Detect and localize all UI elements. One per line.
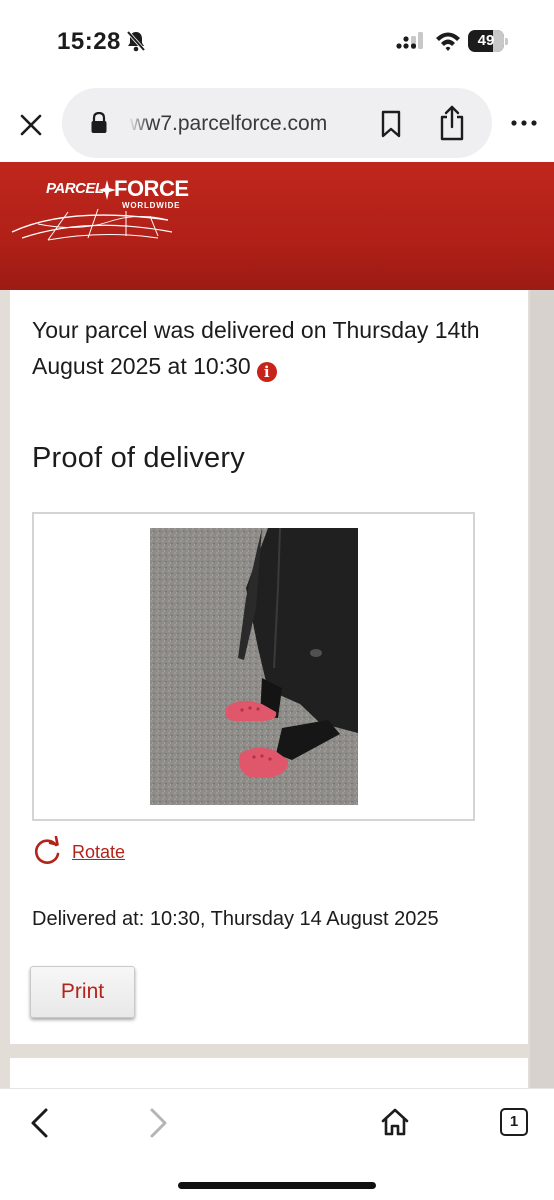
signal-icon: [396, 32, 423, 49]
home-icon[interactable]: [380, 1107, 410, 1137]
page-side-gutter: [530, 290, 554, 1088]
home-indicator: [178, 1182, 376, 1189]
url-text: ww7.parcelforce.com: [130, 112, 328, 135]
status-time: 15:28: [57, 28, 121, 55]
delivery-status-message: Your parcel was delivered on Thursday 14…: [32, 312, 502, 384]
rotate-link[interactable]: Rotate: [72, 842, 125, 863]
delivery-card: Your parcel was delivered on Thursday 14…: [10, 290, 528, 1044]
battery-level: 49: [477, 32, 495, 49]
browser-toolbar: ww7.parcelforce.com: [0, 84, 554, 162]
page: 15:28 49 ww7.parcelforce.com PARCEL FORC…: [0, 0, 554, 1200]
site-header: PARCEL FORCE WORLDWIDE: [0, 162, 554, 290]
battery-icon: 49: [468, 30, 508, 52]
wifi-icon: [436, 32, 460, 51]
proof-photo-frame: [32, 512, 475, 821]
bookmark-icon[interactable]: [380, 110, 402, 138]
back-arrow-icon[interactable]: [28, 1107, 52, 1139]
globe-icon: [11, 208, 173, 241]
close-icon[interactable]: [16, 110, 46, 140]
delivery-status-text: Your parcel was delivered on Thursday 14…: [32, 317, 480, 379]
print-button[interactable]: Print: [30, 966, 135, 1018]
share-icon[interactable]: [438, 104, 466, 142]
lock-icon: [91, 112, 107, 133]
info-icon[interactable]: i: [256, 362, 277, 382]
address-bar[interactable]: ww7.parcelforce.com: [62, 88, 492, 158]
more-icon[interactable]: [510, 118, 538, 128]
delivered-at-text: Delivered at: 10:30, Thursday 14 August …: [32, 908, 439, 930]
forward-arrow-icon[interactable]: [146, 1107, 170, 1139]
browser-bottom-toolbar: 1: [0, 1088, 554, 1200]
bell-slash-icon: [126, 30, 146, 52]
proof-of-delivery-photo: [150, 528, 358, 805]
tabs-icon[interactable]: 1: [500, 1108, 528, 1136]
rotate-icon[interactable]: [32, 836, 62, 866]
status-bar: 15:28 49: [0, 0, 554, 84]
logo-parcel-text: PARCEL: [46, 180, 104, 197]
parcelforce-logo[interactable]: PARCEL FORCE WORLDWIDE: [8, 172, 208, 252]
proof-of-delivery-heading: Proof of delivery: [32, 442, 245, 474]
logo-force-text: FORCE: [114, 176, 189, 201]
photo-illustration: [150, 528, 358, 805]
